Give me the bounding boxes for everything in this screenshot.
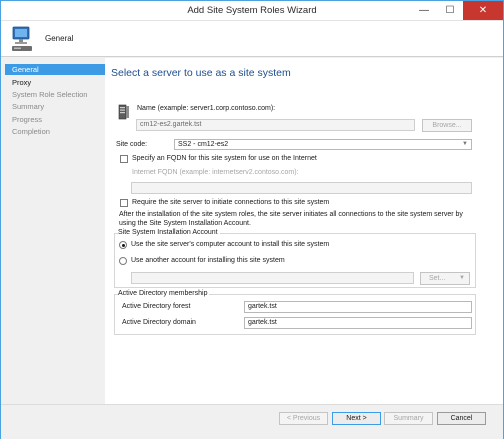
another-account-radio[interactable]: [119, 257, 127, 265]
next-button[interactable]: Next >: [332, 412, 381, 425]
wizard-footer: < Previous Next > Summary Cancel: [1, 404, 503, 439]
server-name-input[interactable]: cm12-es2.gartek.tst: [136, 119, 415, 131]
installation-account-input[interactable]: [131, 272, 414, 284]
sidebar-item-proxy: Proxy: [12, 78, 32, 87]
site-code-select[interactable]: SS2 - cm12-es2 ▼: [174, 139, 472, 150]
internet-fqdn-input[interactable]: [131, 182, 472, 194]
chevron-down-icon: ▼: [462, 141, 468, 147]
computer-account-radio[interactable]: [119, 241, 127, 249]
maximize-button[interactable]: ☐: [437, 1, 463, 20]
site-code-label: Site code:: [116, 141, 148, 148]
sidebar-item-progress: Progress: [12, 115, 43, 124]
wizard-window: Add Site System Roles Wizard — ☐ ✕ Gener…: [0, 0, 504, 439]
close-button[interactable]: ✕: [463, 1, 503, 20]
ad-domain-label: Active Directory domain: [122, 319, 196, 326]
page-heading: Select a server to use as a site system: [111, 67, 291, 79]
set-account-button[interactable]: Set... ▼: [420, 272, 470, 285]
ad-forest-input[interactable]: gartek.tst: [244, 301, 472, 313]
server-icon: [118, 104, 129, 120]
name-label: Name (example: server1.corp.contoso.com)…: [137, 105, 276, 112]
installation-account-title: Site System Installation Account: [118, 229, 220, 236]
computer-account-label[interactable]: Use the site server's computer account t…: [131, 241, 329, 248]
chevron-down-icon: ▼: [459, 275, 465, 281]
ad-membership-title: Active Directory membership: [118, 290, 210, 297]
fqdn-checkbox[interactable]: [120, 155, 128, 163]
require-connections-checkbox[interactable]: [120, 199, 128, 207]
require-connections-note: After the installation of the site syste…: [119, 211, 463, 227]
sidebar-item-general[interactable]: General: [5, 64, 105, 75]
computer-icon: [12, 26, 32, 51]
set-account-label: Set...: [429, 275, 446, 282]
ad-domain-input[interactable]: gartek.tst: [244, 317, 472, 329]
wizard-header: General: [1, 21, 503, 57]
cancel-button[interactable]: Cancel: [437, 412, 486, 425]
header-title: General: [45, 34, 74, 43]
summary-button[interactable]: Summary: [384, 412, 433, 425]
wizard-content: Select a server to use as a site system …: [105, 58, 503, 404]
fqdn-checkbox-label[interactable]: Specify an FQDN for this site system for…: [132, 155, 317, 162]
internet-fqdn-label: Internet FQDN (example: internetserv2.co…: [132, 169, 299, 176]
another-account-label[interactable]: Use another account for installing this …: [131, 257, 285, 264]
sidebar-item-system-role-selection: System Role Selection: [12, 90, 88, 99]
require-connections-label[interactable]: Require the site server to initiate conn…: [132, 199, 329, 206]
sidebar-item-completion: Completion: [12, 127, 50, 136]
previous-button[interactable]: < Previous: [279, 412, 328, 425]
wizard-sidebar: General Proxy System Role Selection Summ…: [1, 58, 105, 439]
minimize-button[interactable]: —: [411, 1, 437, 20]
site-code-value: SS2 - cm12-es2: [178, 141, 229, 148]
browse-button[interactable]: Browse...: [422, 119, 472, 132]
title-bar[interactable]: Add Site System Roles Wizard — ☐ ✕: [1, 1, 503, 21]
ad-forest-label: Active Directory forest: [122, 303, 191, 310]
sidebar-item-summary: Summary: [12, 102, 45, 111]
